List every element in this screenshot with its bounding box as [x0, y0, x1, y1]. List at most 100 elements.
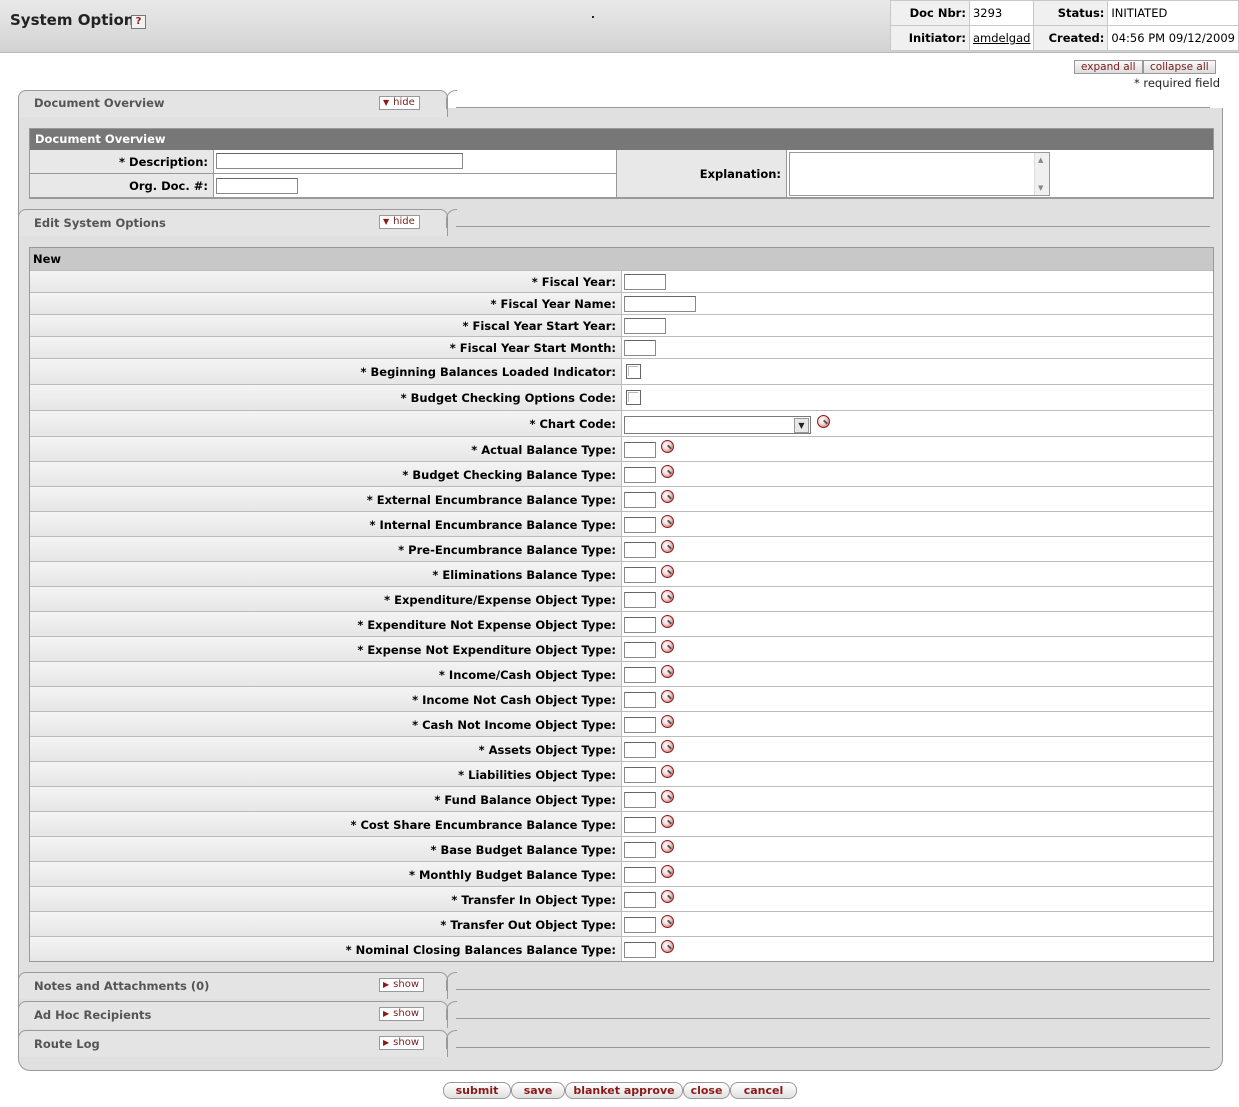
field-text-input[interactable] — [624, 742, 656, 758]
field-label-text: * Assets Object Type: — [478, 743, 616, 757]
lookup-icon[interactable] — [661, 615, 674, 628]
field-text-input[interactable] — [624, 942, 656, 958]
field-label-text: * Income/Cash Object Type: — [438, 668, 616, 682]
lookup-icon[interactable] — [661, 490, 674, 503]
lookup-icon[interactable] — [661, 940, 674, 953]
field-text-input[interactable] — [624, 567, 656, 583]
org-doc-label: Org. Doc. #: — [30, 174, 214, 198]
cancel-button[interactable]: cancel — [730, 1082, 797, 1099]
blanket-approve-button[interactable]: blanket approve — [565, 1082, 683, 1099]
scroll-up-icon: ▲ — [1038, 156, 1044, 164]
tab-underline — [456, 107, 1210, 108]
field-value-cell — [622, 385, 1213, 410]
tab-document-overview-label: Document Overview — [34, 96, 165, 110]
field-text-input[interactable] — [624, 717, 656, 733]
form-row: * Fund Balance Object Type: — [30, 786, 1213, 811]
field-text-input[interactable] — [624, 692, 656, 708]
lookup-icon[interactable] — [661, 465, 674, 478]
lookup-icon[interactable] — [661, 590, 674, 603]
help-icon[interactable]: ? — [131, 15, 146, 29]
created-label: Created: — [1033, 25, 1109, 51]
field-value-cell — [622, 437, 1213, 461]
route-log-show-button[interactable]: ▶ show — [379, 1036, 425, 1050]
field-text-input[interactable] — [624, 492, 656, 508]
chart-code-select[interactable]: ▼ — [624, 416, 811, 434]
expand-all-button[interactable]: expand all — [1074, 60, 1143, 74]
lookup-icon[interactable] — [661, 565, 674, 578]
field-text-input[interactable] — [624, 917, 656, 933]
explanation-textarea[interactable]: ▲ ▼ — [789, 152, 1050, 196]
document-overview-hide-button[interactable]: ▼ hide — [379, 96, 420, 110]
adhoc-show-button[interactable]: ▶ show — [379, 1007, 425, 1021]
field-text-input[interactable] — [624, 642, 656, 658]
field-label: * Pre-Encumbrance Balance Type: — [30, 537, 622, 561]
field-label: * Monthly Budget Balance Type: — [30, 862, 622, 886]
field-checkbox[interactable] — [626, 390, 641, 405]
field-text-input[interactable] — [624, 617, 656, 633]
lookup-icon[interactable] — [661, 815, 674, 828]
lookup-icon[interactable] — [661, 740, 674, 753]
form-row: * Expenditure/Expense Object Type: — [30, 586, 1213, 611]
field-label-text: * Fiscal Year Start Month: — [449, 341, 616, 355]
field-value-cell — [622, 837, 1213, 861]
lookup-icon[interactable] — [661, 690, 674, 703]
lookup-icon[interactable] — [661, 440, 674, 453]
notes-show-button[interactable]: ▶ show — [379, 978, 425, 992]
textarea-scrollbar[interactable]: ▲ ▼ — [1034, 153, 1049, 195]
field-text-input[interactable] — [624, 542, 656, 558]
field-value-cell — [622, 587, 1213, 611]
save-button[interactable]: save — [511, 1082, 565, 1099]
field-text-input[interactable] — [624, 467, 656, 483]
lookup-icon[interactable] — [661, 765, 674, 778]
field-checkbox[interactable] — [626, 364, 641, 379]
field-text-input[interactable] — [624, 340, 656, 356]
submit-button[interactable]: submit — [443, 1082, 511, 1099]
lookup-icon[interactable] — [661, 915, 674, 928]
field-text-input[interactable] — [624, 667, 656, 683]
form-row: * Cost Share Encumbrance Balance Type: — [30, 811, 1213, 836]
lookup-icon[interactable] — [661, 640, 674, 653]
triangle-right-icon: ▶ — [383, 1009, 390, 1018]
form-row: * Fiscal Year: — [30, 270, 1213, 292]
field-text-input[interactable] — [624, 517, 656, 533]
initiator-link[interactable]: amdelgad — [973, 31, 1030, 45]
lookup-icon[interactable] — [661, 515, 674, 528]
field-value-cell — [622, 537, 1213, 561]
field-text-input[interactable] — [624, 767, 656, 783]
lookup-icon[interactable] — [661, 665, 674, 678]
field-text-input[interactable] — [624, 296, 696, 312]
collapse-all-button[interactable]: collapse all — [1143, 60, 1216, 74]
field-label: * Budget Checking Balance Type: — [30, 462, 622, 486]
lookup-icon[interactable] — [661, 715, 674, 728]
field-label: * Expenditure Not Expense Object Type: — [30, 612, 622, 636]
field-text-input[interactable] — [624, 274, 666, 290]
form-row: * Fiscal Year Name: — [30, 292, 1213, 314]
doc-nbr-label: Doc Nbr: — [890, 0, 970, 26]
close-button[interactable]: close — [683, 1082, 730, 1099]
field-text-input[interactable] — [624, 792, 656, 808]
required-field-note: * required field — [1133, 76, 1220, 90]
lookup-icon[interactable] — [661, 790, 674, 803]
field-label: * Transfer Out Object Type: — [30, 912, 622, 936]
form-row: * Fiscal Year Start Year: — [30, 314, 1213, 336]
field-text-input[interactable] — [624, 318, 666, 334]
field-text-input[interactable] — [624, 842, 656, 858]
description-input[interactable] — [216, 153, 463, 169]
lookup-icon[interactable] — [661, 890, 674, 903]
field-text-input[interactable] — [624, 592, 656, 608]
lookup-icon[interactable] — [661, 840, 674, 853]
lookup-icon[interactable] — [661, 865, 674, 878]
field-label: * Income/Cash Object Type: — [30, 662, 622, 686]
lookup-icon[interactable] — [661, 540, 674, 553]
field-text-input[interactable] — [624, 442, 656, 458]
form-row: * Pre-Encumbrance Balance Type: — [30, 536, 1213, 561]
edit-system-options-hide-button[interactable]: ▼ hide — [379, 215, 420, 229]
tab-underline — [456, 1047, 1210, 1048]
lookup-icon[interactable] — [817, 415, 830, 428]
org-doc-input[interactable] — [216, 178, 298, 194]
field-text-input[interactable] — [624, 817, 656, 833]
form-row: * Fiscal Year Start Month: — [30, 336, 1213, 358]
field-text-input[interactable] — [624, 867, 656, 883]
dropdown-arrow-icon[interactable]: ▼ — [794, 418, 809, 433]
field-text-input[interactable] — [624, 892, 656, 908]
